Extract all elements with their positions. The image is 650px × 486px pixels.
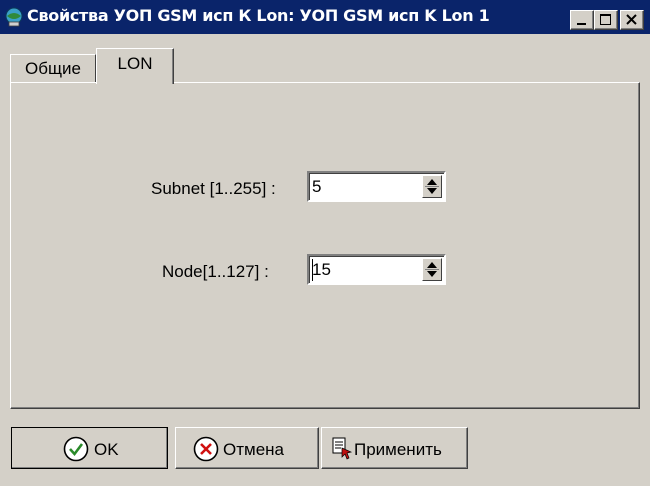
apply-button[interactable]: Применить [321,427,468,469]
close-icon [626,14,637,25]
window-title: Свойства УОП GSM исп К Lon: УОП GSM исп … [27,6,490,25]
maximize-icon [600,14,611,25]
apply-label: Применить [354,440,442,459]
subnet-value[interactable]: 5 [312,176,321,198]
updown-arrows-icon [425,179,439,194]
apply-document-icon [332,437,353,460]
minimize-button[interactable] [570,10,594,30]
check-circle-icon [63,436,89,462]
cancel-button[interactable]: Отмена [175,427,319,469]
node-label: Node[1..127] : [162,262,269,281]
subnet-label: Subnet [1..255] : [151,179,276,198]
tab-lon-label: LON [117,54,153,73]
node-spin-buttons[interactable] [422,258,442,281]
minimize-icon [577,23,586,25]
node-value[interactable]: 15 [312,259,331,281]
tab-lon[interactable]: LON [96,48,174,84]
window-title-bar[interactable]: Свойства УОП GSM исп К Lon: УОП GSM исп … [0,0,650,34]
close-button[interactable] [620,10,644,30]
subnet-spinbox[interactable]: 5 [307,171,446,202]
tab-panel-lon [10,82,640,409]
node-spinbox[interactable]: 15 [307,254,446,285]
updown-arrows-icon [425,262,439,277]
ok-button[interactable]: OK [11,427,168,469]
maximize-button[interactable] [594,10,618,30]
cancel-label: Отмена [223,440,284,459]
cross-circle-icon [193,436,219,462]
tab-general[interactable]: Общие [10,54,96,82]
app-network-icon [5,7,23,27]
subnet-spin-buttons[interactable] [422,175,442,198]
tab-general-label: Общие [25,59,81,78]
ok-label: OK [94,440,119,459]
